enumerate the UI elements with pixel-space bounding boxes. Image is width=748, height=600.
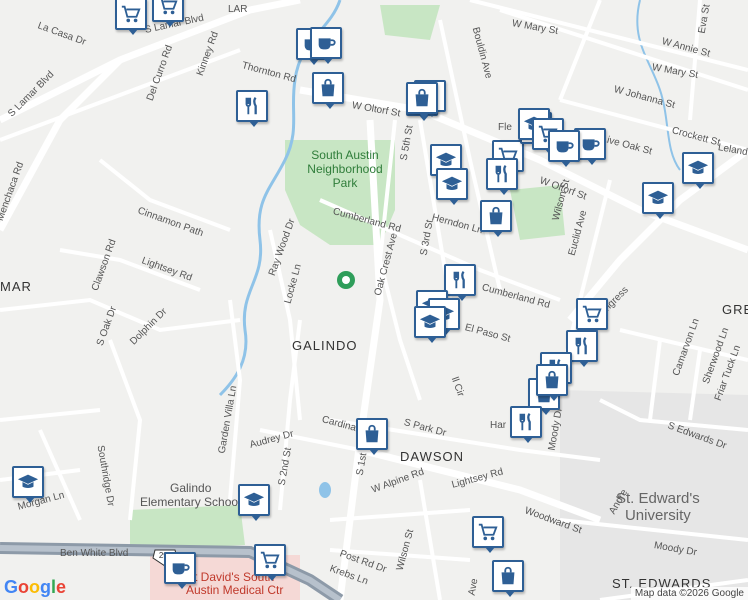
map-marker-grocery[interactable] xyxy=(576,298,608,335)
fork-knife-icon xyxy=(515,411,537,433)
map-marker-shopping[interactable] xyxy=(492,560,524,597)
park-label-line2: Neighborhood xyxy=(307,162,383,176)
area-mar: MAR xyxy=(0,279,32,294)
fork-knife-icon xyxy=(241,95,263,117)
graduation-cap-icon xyxy=(647,187,669,209)
map-marker-grocery[interactable] xyxy=(472,516,504,553)
google-logo: Google xyxy=(4,577,67,597)
university-label-line2: University xyxy=(624,507,691,524)
university-label-line1: St. Edward's xyxy=(616,490,700,507)
map-marker-school[interactable] xyxy=(414,306,446,343)
park-label-line1: South Austin xyxy=(311,148,379,162)
map-marker-restaurant[interactable] xyxy=(486,158,518,195)
hospital-label-line2: Austin Medical Ctr xyxy=(186,583,284,597)
map-marker-school[interactable] xyxy=(682,152,714,189)
map-marker-grocery[interactable] xyxy=(115,0,147,35)
map-marker-restaurant[interactable] xyxy=(510,406,542,443)
area-galindo: GALINDO xyxy=(292,338,358,353)
shopping-bag-icon xyxy=(317,77,339,99)
map-marker-restaurant[interactable] xyxy=(236,90,268,127)
map-marker-grocery[interactable] xyxy=(254,544,286,581)
graduation-cap-icon xyxy=(243,489,265,511)
street-label-har: Har xyxy=(490,420,507,431)
map-marker-cafe[interactable] xyxy=(548,130,580,167)
map-marker-grocery[interactable] xyxy=(152,0,184,27)
school-label-line1: Galindo xyxy=(170,481,212,495)
map-marker-school[interactable] xyxy=(642,182,674,219)
graduation-cap-icon xyxy=(17,471,39,493)
cart-icon xyxy=(259,549,281,571)
map-marker-school[interactable] xyxy=(12,466,44,503)
graduation-cap-icon xyxy=(419,311,441,333)
map-marker-shopping[interactable] xyxy=(480,200,512,237)
fork-knife-icon xyxy=(491,163,513,185)
street-label-flo: Fle xyxy=(498,122,512,133)
graduation-cap-icon xyxy=(687,157,709,179)
cart-icon xyxy=(581,303,603,325)
shopping-bag-icon xyxy=(541,369,563,391)
map-marker-shopping[interactable] xyxy=(536,364,568,401)
shopping-bag-icon xyxy=(485,205,507,227)
map-marker-shopping[interactable] xyxy=(356,418,388,455)
pond xyxy=(319,482,331,498)
area-dawson: DAWSON xyxy=(400,449,465,464)
map-marker-cafe[interactable] xyxy=(310,27,342,64)
coffee-cup-icon xyxy=(315,32,337,54)
graduation-cap-icon xyxy=(441,173,463,195)
fork-knife-icon xyxy=(449,269,471,291)
park-label-line3: Park xyxy=(332,176,358,190)
map-marker-school[interactable] xyxy=(436,168,468,205)
park-north xyxy=(380,5,440,40)
coffee-cup-icon xyxy=(579,133,601,155)
shopping-bag-icon xyxy=(411,87,433,109)
street-label-lar: LAR xyxy=(228,4,248,15)
cart-icon xyxy=(157,0,179,17)
coffee-cup-icon xyxy=(169,557,191,579)
map-marker-shopping[interactable] xyxy=(312,72,344,109)
map-marker-cafe[interactable] xyxy=(164,552,196,589)
fork-knife-icon xyxy=(571,335,593,357)
school-label-line2: Elementary School xyxy=(140,495,241,509)
park-south xyxy=(130,505,245,550)
shopping-bag-icon xyxy=(497,565,519,587)
road-menchaca xyxy=(0,57,123,232)
map-marker-restaurant[interactable] xyxy=(444,264,476,301)
coffee-cup-icon xyxy=(553,135,575,157)
area-gre: GRE xyxy=(722,302,748,317)
street-label-ben-white-blvd: Ben White Blvd xyxy=(60,548,129,559)
cart-icon xyxy=(477,521,499,543)
park-label[interactable]: South Austin Neighborhood Park xyxy=(300,148,390,190)
map-attribution: Map data ©2026 Google xyxy=(630,587,748,600)
map-canvas[interactable]: S Lamar BlvdS Lamar BlvdLa Casa DrDel Cu… xyxy=(0,0,748,600)
map-marker-shopping[interactable] xyxy=(406,82,438,119)
shopping-bag-icon xyxy=(361,423,383,445)
school-label[interactable]: Galindo Elementary School xyxy=(140,481,241,509)
map-marker-school[interactable] xyxy=(238,484,270,521)
cart-icon xyxy=(120,3,142,25)
university-label[interactable]: St. Edward's University xyxy=(616,490,700,524)
